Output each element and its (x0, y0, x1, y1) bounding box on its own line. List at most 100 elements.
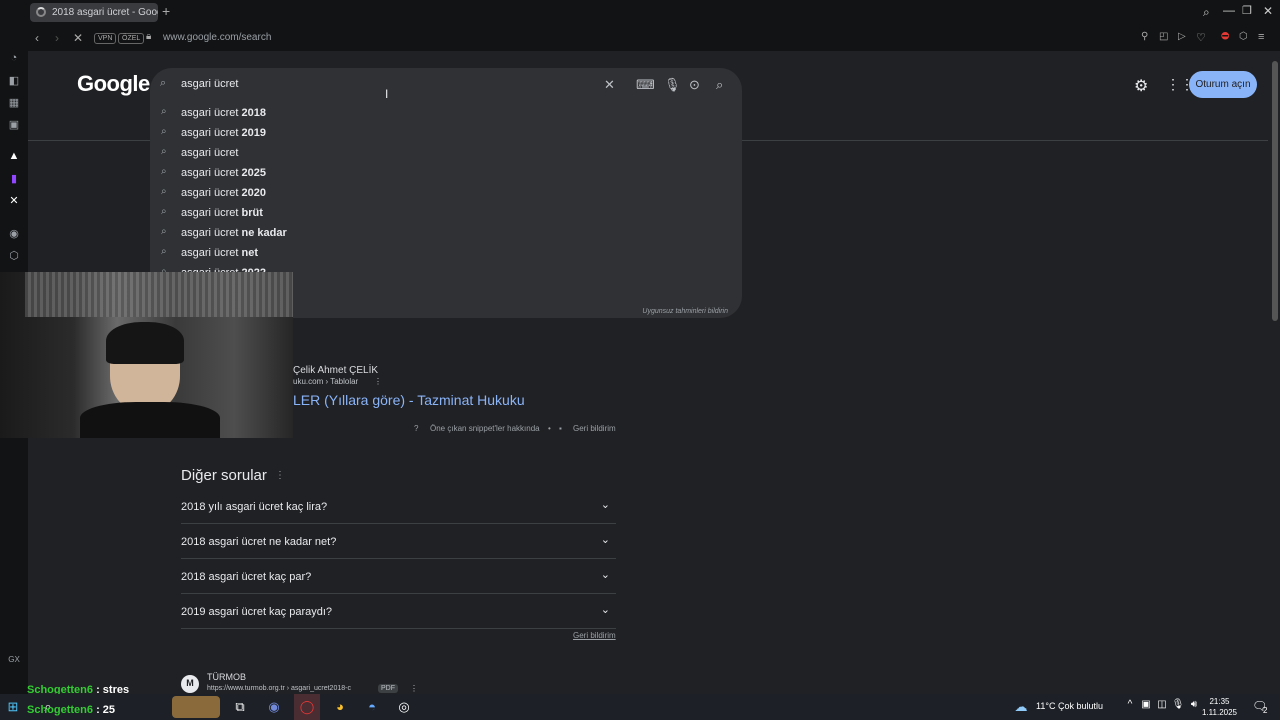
taskbar-widget-image[interactable] (172, 696, 220, 718)
paa-question[interactable]: 2018 asgari ücret ne kadar net? ⌄ (181, 524, 616, 559)
windows-start-icon[interactable]: ⊞ (5, 699, 21, 715)
messenger-icon[interactable]: ▣ (7, 118, 21, 131)
tray-app-icon[interactable]: ▣ (1138, 699, 1154, 710)
volume-icon[interactable]: 🔊︎ (1186, 699, 1202, 710)
search-submit-icon[interactable]: ⌕ (716, 77, 723, 93)
chevron-down-icon[interactable]: ⌄ (601, 498, 610, 511)
chevron-down-icon[interactable]: ⌄ (601, 568, 610, 581)
steam-icon[interactable]: ◓ (364, 699, 380, 714)
url-field[interactable]: www.google.com/search (163, 32, 271, 43)
pin-icon[interactable]: ⚲ (1141, 31, 1148, 42)
forward-icon[interactable]: › (55, 31, 59, 45)
suggestion-item[interactable]: ⌕ asgari ücret brüt (150, 203, 742, 223)
private-badge: ÖZEL (118, 33, 145, 44)
new-tab-button[interactable]: + (162, 3, 170, 19)
result-source-url[interactable]: uku.com › Tablolar (293, 377, 358, 386)
extensions-icon[interactable]: ⬡ (7, 249, 21, 262)
heart-icon[interactable]: ♡ (1196, 31, 1206, 44)
signin-button[interactable]: Oturum açın (1189, 71, 1257, 98)
stop-icon[interactable]: ✕ (73, 31, 83, 45)
result2-more-icon[interactable]: ⋮ (410, 684, 418, 693)
aria-icon[interactable]: ▲ (7, 150, 21, 162)
menu-icon[interactable]: ≡ (1258, 31, 1264, 43)
player-icon[interactable]: ◉ (7, 227, 21, 240)
suggestion-base: asgari ücret (181, 127, 242, 139)
weather-text[interactable]: 11°C Çok bulutlu (1036, 701, 1103, 711)
minimize-icon[interactable]: — (1223, 3, 1235, 17)
suggestion-item[interactable]: ⌕ asgari ücret 2020 (150, 183, 742, 203)
obs-icon[interactable]: ◎ (396, 699, 412, 715)
discord-icon[interactable]: ◉ (266, 699, 282, 715)
help-icon[interactable]: ? (414, 424, 418, 433)
tab-active[interactable]: 2018 asgari ücret - Google (30, 3, 158, 22)
settings-gear-icon[interactable]: ⚙ (1134, 76, 1148, 96)
lens-icon[interactable]: ⊙ (689, 77, 700, 93)
snippet-about-link[interactable]: Öne çıkan snippet'ler hakkında (430, 424, 540, 433)
send-icon[interactable]: ▷ (1178, 31, 1186, 42)
suggestion-text: asgari ücret brüt (181, 207, 263, 219)
suggestion-item[interactable]: ⌕ asgari ücret (150, 143, 742, 163)
paa-question[interactable]: 2019 asgari ücret kaç paraydı? ⌄ (181, 594, 616, 629)
twitch-icon[interactable]: ▮ (7, 172, 21, 185)
tray-chevron-icon[interactable]: ^ (1122, 699, 1138, 710)
restore-icon[interactable]: ❐ (1242, 4, 1252, 17)
x-twitter-icon[interactable]: ✕ (7, 194, 21, 207)
chevron-down-icon[interactable]: ⌄ (601, 533, 610, 546)
speed-dial-icon[interactable]: ◔ (7, 52, 21, 64)
microphone-icon[interactable]: 🎙︎ (1170, 699, 1186, 710)
suggestion-base: asgari ücret (181, 167, 242, 179)
google-logo[interactable]: Google (77, 71, 150, 97)
suggestion-item[interactable]: ⌕ asgari ücret 2025 (150, 163, 742, 183)
pdf-badge: PDF (378, 684, 398, 693)
bag-icon[interactable]: ◧ (7, 74, 21, 87)
back-icon[interactable]: ‹ (35, 31, 39, 45)
suggestion-item[interactable]: ⌕ asgari ücret ne kadar (150, 223, 742, 243)
snapshot-icon[interactable]: ◰ (1159, 31, 1168, 42)
suggestion-item[interactable]: ⌕ asgari ücret net (150, 243, 742, 263)
chrome-icon[interactable]: ◕ (332, 699, 348, 714)
webcam-ceiling (25, 272, 293, 317)
opera-gx-icon[interactable]: ◯ (299, 699, 315, 715)
search-icon: ⌕ (161, 206, 167, 217)
chevron-down-icon[interactable]: ⌄ (601, 603, 610, 616)
keyboard-icon[interactable]: ⌨ (636, 77, 655, 93)
search-tabs-icon[interactable]: ⌕ (1203, 5, 1210, 20)
weather-icon[interactable]: ☁ (1013, 699, 1029, 715)
result2-favicon[interactable]: M (181, 675, 199, 693)
webcam-beanie (106, 322, 184, 364)
result2-url[interactable]: https://www.turmob.org.tr › asgari_ucret… (207, 685, 351, 692)
close-window-icon[interactable]: ✕ (1263, 4, 1273, 18)
vpn-badge[interactable]: VPN (94, 33, 117, 44)
report-predictions-link[interactable]: Uygunsuz tahminleri bildirin (642, 308, 728, 315)
taskbar: ⊞ ⌕ ⧉ ◉ ◯ ◕ ◓ ◎ ☁ 11°C Çok bulutlu ^ ▣ ◫… (0, 694, 1280, 720)
tray-app2-icon[interactable]: ◫ (1154, 699, 1170, 710)
clock[interactable]: 21:35 1.11.2025 (1202, 696, 1237, 718)
lock-icon[interactable]: 🔒︎ (146, 31, 151, 42)
clock-time: 21:35 (1209, 697, 1230, 706)
paa-more-icon[interactable]: ⋮ (275, 470, 285, 481)
scrollbar-thumb[interactable] (1272, 61, 1278, 321)
more-options-icon[interactable]: ⋮ (374, 377, 382, 386)
extensions-puzzle-icon[interactable]: ⬡ (1239, 31, 1248, 42)
search-input[interactable]: asgari ücret (181, 78, 238, 90)
clear-icon[interactable]: ✕ (604, 77, 615, 93)
task-view-icon[interactable]: ⧉ (232, 699, 248, 715)
voice-search-icon[interactable]: 🎙︎ (664, 77, 681, 93)
snippet-feedback-link[interactable]: Geri bildirim (573, 424, 616, 433)
paa-question[interactable]: 2018 asgari ücret kaç par? ⌄ (181, 559, 616, 594)
gx-label[interactable]: GX (7, 655, 21, 664)
adblock-icon[interactable]: ⛔︎ (1221, 31, 1229, 42)
paa-question-text: 2019 asgari ücret kaç paraydı? (181, 606, 333, 618)
text-cursor-icon: I (385, 87, 389, 101)
paa-feedback-link[interactable]: Geri bildirim (573, 631, 616, 640)
music-icon[interactable]: ▦ (7, 96, 21, 109)
search-input-row[interactable]: ⌕ asgari ücret ✕ ⌨ 🎙︎ ⊙ ⌕ (150, 68, 742, 101)
result-title-link[interactable]: LER (Yıllara göre) - Tazminat Hukuku (293, 392, 525, 408)
paa-question[interactable]: 2018 yılı asgari ücret kaç lira? ⌄ (181, 489, 616, 524)
scrollbar[interactable] (1270, 51, 1280, 694)
search-icon: ⌕ (161, 166, 167, 177)
suggestion-item[interactable]: ⌕ asgari ücret 2019 (150, 123, 742, 143)
search-icon: ⌕ (161, 226, 167, 237)
feedback-icon: ▪ (559, 424, 562, 433)
suggestion-item[interactable]: ⌕ asgari ücret 2018 (150, 103, 742, 123)
